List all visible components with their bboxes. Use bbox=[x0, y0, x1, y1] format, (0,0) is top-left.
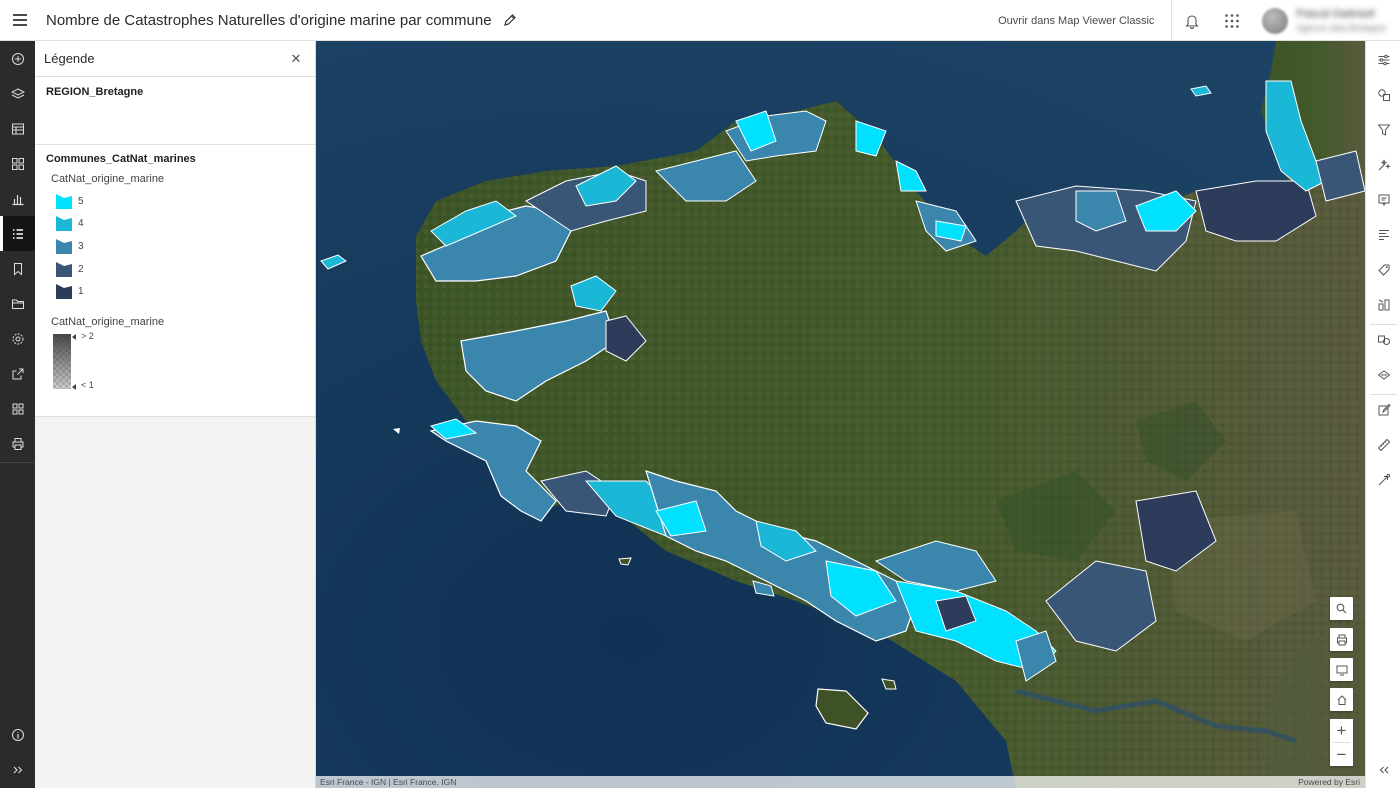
legend-class-row: 1 bbox=[35, 280, 315, 303]
labels-icon[interactable] bbox=[1366, 252, 1400, 287]
home-icon[interactable] bbox=[1330, 688, 1353, 711]
map-title: Nombre de Catastrophes Naturelles d'orig… bbox=[46, 11, 492, 29]
folder-icon[interactable] bbox=[0, 286, 35, 321]
avatar bbox=[1262, 7, 1289, 34]
search-icon[interactable] bbox=[1330, 597, 1353, 620]
map-canvas[interactable] bbox=[316, 41, 1365, 788]
zoom-in-icon[interactable]: + bbox=[1330, 719, 1353, 742]
analysis-icon[interactable] bbox=[1366, 357, 1400, 392]
opacity-ramp-bar bbox=[53, 333, 71, 389]
configure-icon[interactable] bbox=[1366, 287, 1400, 322]
legend-class-row: 2 bbox=[35, 258, 315, 281]
basemap-icon[interactable] bbox=[0, 146, 35, 181]
open-classic-link[interactable]: Ouvrir dans Map Viewer Classic bbox=[981, 15, 1171, 27]
filter-icon[interactable] bbox=[1366, 112, 1400, 147]
menu-icon[interactable] bbox=[0, 0, 40, 41]
legend-class-label: 3 bbox=[78, 240, 84, 252]
user-name: Pascal Gadrault bbox=[1296, 8, 1375, 20]
legend-class-row: 4 bbox=[35, 213, 315, 236]
app-launcher-icon[interactable] bbox=[1212, 0, 1252, 41]
legend-class-label: 1 bbox=[78, 286, 84, 298]
styles-icon[interactable] bbox=[1366, 77, 1400, 112]
legend-layer-region: REGION_Bretagne bbox=[35, 77, 315, 145]
layers-icon[interactable] bbox=[0, 76, 35, 111]
sketch-icon[interactable] bbox=[1366, 322, 1400, 357]
left-action-bar bbox=[0, 41, 35, 788]
user-menu[interactable]: Pascal Gadrault Agence data Bretagne bbox=[1252, 0, 1400, 41]
field-label: CatNat_origine_marine bbox=[51, 173, 165, 185]
legend-swatch bbox=[56, 284, 72, 300]
legend-class-row: 3 bbox=[35, 235, 315, 258]
ramp-marker-high bbox=[72, 333, 76, 340]
map-attribution: Esri France - IGN | Esri France, IGN Pow… bbox=[316, 776, 1365, 788]
layer-name: Communes_CatNat_marines bbox=[46, 153, 196, 165]
right-action-bar bbox=[1365, 41, 1400, 788]
field-label: CatNat_origine_marine bbox=[51, 315, 165, 328]
edit-title-icon[interactable] bbox=[502, 12, 518, 28]
powered-by-esri[interactable]: Powered by Esri bbox=[1298, 777, 1360, 787]
fullscreen-icon[interactable] bbox=[1330, 658, 1353, 681]
ramp-high-label: > 2 bbox=[81, 330, 94, 341]
settings-icon[interactable] bbox=[0, 321, 35, 356]
notifications-icon[interactable] bbox=[1172, 0, 1212, 41]
opacity-ramp: > 2 < 1 bbox=[53, 330, 315, 396]
charts-icon[interactable] bbox=[0, 181, 35, 216]
info-icon[interactable] bbox=[0, 717, 35, 752]
ramp-low-label: < 1 bbox=[81, 379, 94, 390]
leftbar-divider bbox=[0, 462, 35, 463]
legend-panel-title: Légende bbox=[44, 51, 95, 66]
zoom-control: + − bbox=[1330, 719, 1353, 766]
print-map-icon[interactable] bbox=[1330, 628, 1353, 651]
measure-icon[interactable] bbox=[1366, 427, 1400, 462]
add-icon[interactable] bbox=[0, 41, 35, 76]
edit-icon[interactable] bbox=[1366, 392, 1400, 427]
attribution-text[interactable]: Esri France - IGN | Esri France, IGN bbox=[320, 777, 456, 787]
effects-icon[interactable] bbox=[1366, 147, 1400, 182]
app-header: Nombre de Catastrophes Naturelles d'orig… bbox=[0, 0, 1400, 41]
close-icon[interactable]: ✕ bbox=[287, 50, 305, 68]
legend-panel-header: Légende ✕ bbox=[35, 41, 315, 77]
expand-icon[interactable] bbox=[0, 752, 35, 787]
user-org: Agence data Bretagne bbox=[1296, 23, 1386, 33]
class-breaks-list: 5 4 3 2 1 bbox=[35, 190, 315, 303]
properties-icon[interactable] bbox=[1366, 42, 1400, 77]
legend-swatch bbox=[56, 238, 72, 254]
legend-panel: Légende ✕ REGION_Bretagne Communes_CatNa… bbox=[35, 41, 316, 788]
legend-icon[interactable] bbox=[0, 216, 35, 251]
popups-icon[interactable] bbox=[1366, 182, 1400, 217]
layer-name: REGION_Bretagne bbox=[46, 86, 144, 98]
print-icon[interactable] bbox=[0, 426, 35, 461]
table-icon[interactable] bbox=[0, 111, 35, 146]
ramp-marker-low bbox=[72, 383, 76, 390]
share-icon[interactable] bbox=[0, 356, 35, 391]
legend-swatch bbox=[56, 193, 72, 209]
legend-layer-communes: Communes_CatNat_marines CatNat_origine_m… bbox=[35, 145, 315, 417]
zoom-out-icon[interactable]: − bbox=[1330, 743, 1353, 766]
map-view[interactable]: + − Esri France - IGN | Esri France, IGN… bbox=[316, 41, 1365, 788]
legend-swatch bbox=[56, 261, 72, 277]
apps-icon[interactable] bbox=[0, 391, 35, 426]
legend-swatch bbox=[56, 216, 72, 232]
legend-class-label: 5 bbox=[78, 195, 84, 207]
bookmarks-icon[interactable] bbox=[0, 251, 35, 286]
collapse-icon[interactable] bbox=[1366, 752, 1400, 787]
directions-icon[interactable] bbox=[1366, 462, 1400, 497]
legend-class-label: 2 bbox=[78, 263, 84, 275]
legend-class-row: 5 bbox=[35, 190, 315, 213]
fields-icon[interactable] bbox=[1366, 217, 1400, 252]
legend-class-label: 4 bbox=[78, 218, 84, 230]
